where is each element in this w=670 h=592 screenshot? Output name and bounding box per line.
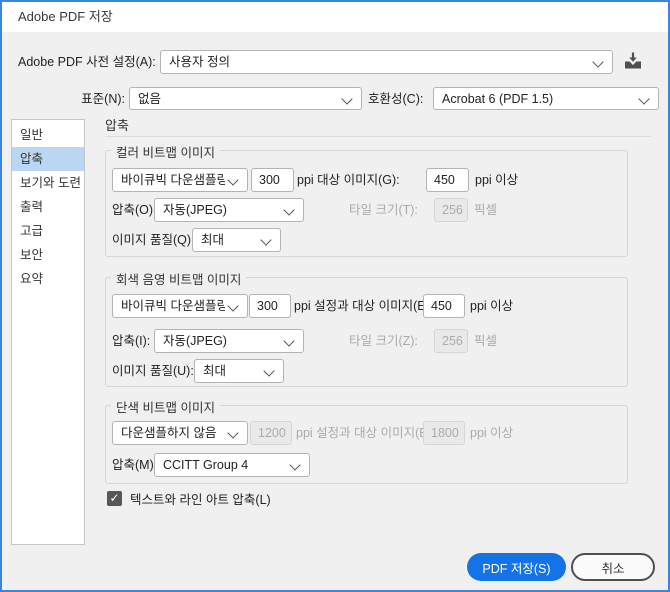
mono-sampling-value: 다운샘플하지 않음	[121, 426, 217, 440]
gray-sampling-dropdown[interactable]: 바이큐빅 다운샘플링	[112, 294, 248, 318]
gray-target-label: ppi 설정과 대상 이미지(E)	[294, 299, 430, 313]
mono-target-label: ppi 설정과 대상 이미지(B)	[296, 426, 432, 440]
text-lineart-checkbox[interactable]: ✓	[107, 490, 122, 506]
sidebar-item-output[interactable]: 출력	[12, 195, 84, 219]
panel-title: 압축	[105, 118, 129, 133]
standard-value: 없음	[138, 92, 162, 106]
chevron-down-icon	[227, 174, 239, 186]
save-pdf-button[interactable]: PDF 저장(S)	[467, 553, 566, 581]
chevron-down-icon	[592, 56, 604, 68]
settings-category-list: 일반 압축 보기와 도련 출력 고급 보안 요약	[11, 119, 85, 545]
compatibility-label: 호환성(C):	[368, 92, 424, 106]
mono-sampling-dropdown[interactable]: 다운샘플하지 않음	[112, 421, 248, 445]
color-tile-input	[434, 198, 468, 222]
color-tile-label: 타일 크기(T):	[349, 203, 418, 217]
chevron-down-icon	[283, 204, 295, 216]
panel-title-divider	[105, 136, 651, 137]
cancel-button[interactable]: 취소	[571, 553, 655, 581]
mono-compression-label: 압축(M):	[112, 458, 158, 472]
gray-bitmap-group: 회색 음영 비트맵 이미지 바이큐빅 다운샘플링 ppi 설정과 대상 이미지(…	[105, 269, 628, 387]
chevron-down-icon	[341, 93, 353, 105]
gray-bitmap-legend: 회색 음영 비트맵 이미지	[111, 269, 247, 288]
color-compression-dropdown[interactable]: 자동(JPEG)	[154, 198, 304, 222]
sidebar-item-security[interactable]: 보안	[12, 243, 84, 267]
color-sampling-value: 바이큐빅 다운샘플링	[121, 173, 225, 187]
gray-tile-label: 타일 크기(Z):	[349, 334, 418, 348]
sidebar-item-compression[interactable]: 압축	[12, 147, 84, 171]
color-compression-label: 압축(O):	[112, 203, 157, 217]
color-quality-dropdown[interactable]: 최대	[192, 228, 281, 252]
color-tile-unit: 픽셀	[474, 203, 498, 217]
standard-dropdown[interactable]: 없음	[129, 87, 362, 110]
chevron-down-icon	[638, 93, 650, 105]
sidebar-item-marks-bleeds[interactable]: 보기와 도련	[12, 171, 84, 195]
preset-dropdown[interactable]: 사용자 정의	[160, 50, 613, 74]
color-sampling-ppi-input[interactable]	[251, 168, 294, 192]
mono-compression-dropdown[interactable]: CCITT Group 4	[154, 453, 310, 477]
title-bar: Adobe PDF 저장	[2, 2, 668, 32]
gray-compression-label: 압축(I):	[112, 334, 151, 348]
standard-label: 표준(N):	[81, 92, 125, 106]
gray-compression-dropdown[interactable]: 자동(JPEG)	[154, 329, 304, 353]
mono-above-label: ppi 이상	[470, 426, 514, 440]
color-bitmap-legend: 컬러 비트맵 이미지	[111, 142, 220, 161]
sidebar-item-general[interactable]: 일반	[12, 123, 84, 147]
color-target-label: ppi 대상 이미지(G):	[297, 173, 400, 187]
gray-sampling-ppi-input[interactable]	[249, 294, 291, 318]
mono-bitmap-legend: 단색 비트맵 이미지	[111, 397, 220, 416]
color-quality-label: 이미지 품질(Q):	[112, 233, 195, 247]
gray-compression-value: 자동(JPEG)	[163, 334, 227, 348]
compatibility-value: Acrobat 6 (PDF 1.5)	[442, 92, 554, 106]
adobe-pdf-save-dialog: Adobe PDF 저장 Adobe PDF 사전 설정(A): 사용자 정의 …	[0, 0, 670, 592]
chevron-down-icon	[260, 234, 272, 246]
chevron-down-icon	[263, 365, 275, 377]
chevron-down-icon	[289, 459, 301, 471]
mono-target-ppi-input	[423, 421, 465, 445]
color-quality-value: 최대	[201, 233, 225, 247]
gray-quality-value: 최대	[203, 364, 227, 378]
gray-above-label: ppi 이상	[470, 299, 514, 313]
gray-quality-dropdown[interactable]: 최대	[194, 359, 284, 383]
chevron-down-icon	[227, 300, 239, 312]
gray-sampling-value: 바이큐빅 다운샘플링	[121, 299, 225, 313]
gray-target-ppi-input[interactable]	[423, 294, 465, 318]
text-lineart-label: 텍스트와 라인 아트 압축(L)	[130, 492, 271, 507]
gray-tile-unit: 픽셀	[474, 334, 498, 348]
color-above-label: ppi 이상	[475, 173, 519, 187]
color-bitmap-group: 컬러 비트맵 이미지 바이큐빅 다운샘플링 ppi 대상 이미지(G): ppi…	[105, 142, 628, 257]
sidebar-item-advanced[interactable]: 고급	[12, 219, 84, 243]
compatibility-dropdown[interactable]: Acrobat 6 (PDF 1.5)	[433, 87, 659, 110]
mono-compression-value: CCITT Group 4	[163, 458, 249, 472]
color-compression-value: 자동(JPEG)	[163, 203, 227, 217]
dialog-title: Adobe PDF 저장	[18, 9, 113, 24]
gray-quality-label: 이미지 품질(U):	[112, 364, 194, 378]
save-preset-download-icon	[623, 52, 643, 75]
preset-label: Adobe PDF 사전 설정(A):	[18, 55, 156, 69]
chevron-down-icon	[227, 427, 239, 439]
chevron-down-icon	[283, 335, 295, 347]
mono-bitmap-group: 단색 비트맵 이미지 다운샘플하지 않음 ppi 설정과 대상 이미지(B) p…	[105, 397, 628, 484]
color-sampling-dropdown[interactable]: 바이큐빅 다운샘플링	[112, 168, 248, 192]
text-lineart-compression-row: ✓ 텍스트와 라인 아트 압축(L)	[107, 490, 271, 507]
save-preset-button[interactable]	[621, 52, 645, 74]
mono-sampling-ppi-input	[250, 421, 292, 445]
sidebar-item-summary[interactable]: 요약	[12, 267, 84, 291]
gray-tile-input	[434, 329, 468, 353]
preset-value: 사용자 정의	[169, 55, 230, 69]
color-target-ppi-input[interactable]	[426, 168, 469, 192]
